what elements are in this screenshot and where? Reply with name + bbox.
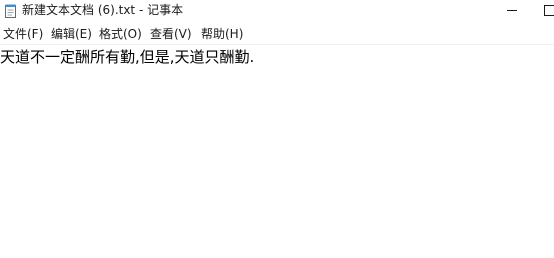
- editor-content: 天道不一定酬所有勤,但是,天道只酬勤.: [0, 48, 255, 66]
- maximize-icon: [544, 5, 554, 16]
- menu-view[interactable]: 查看(V): [150, 27, 192, 42]
- minimize-button[interactable]: [494, 0, 530, 22]
- menu-help[interactable]: 帮助(H): [201, 27, 243, 42]
- window-title: 新建文本文档 (6).txt - 记事本: [22, 3, 184, 17]
- title-bar[interactable]: 新建文本文档 (6).txt - 记事本: [0, 0, 554, 22]
- menu-format[interactable]: 格式(O): [99, 27, 142, 42]
- menu-file[interactable]: 文件(F): [3, 27, 43, 42]
- notepad-window: 新建文本文档 (6).txt - 记事本 文件(F) 编辑(E) 格式(O) 查…: [0, 0, 554, 258]
- maximize-button[interactable]: [530, 0, 554, 22]
- menu-bar: 文件(F) 编辑(E) 格式(O) 查看(V) 帮助(H): [0, 24, 554, 44]
- text-editor-area[interactable]: 天道不一定酬所有勤,但是,天道只酬勤.: [0, 44, 554, 258]
- minimize-icon: [507, 10, 517, 11]
- notepad-icon: [5, 3, 17, 18]
- menu-edit[interactable]: 编辑(E): [51, 27, 92, 42]
